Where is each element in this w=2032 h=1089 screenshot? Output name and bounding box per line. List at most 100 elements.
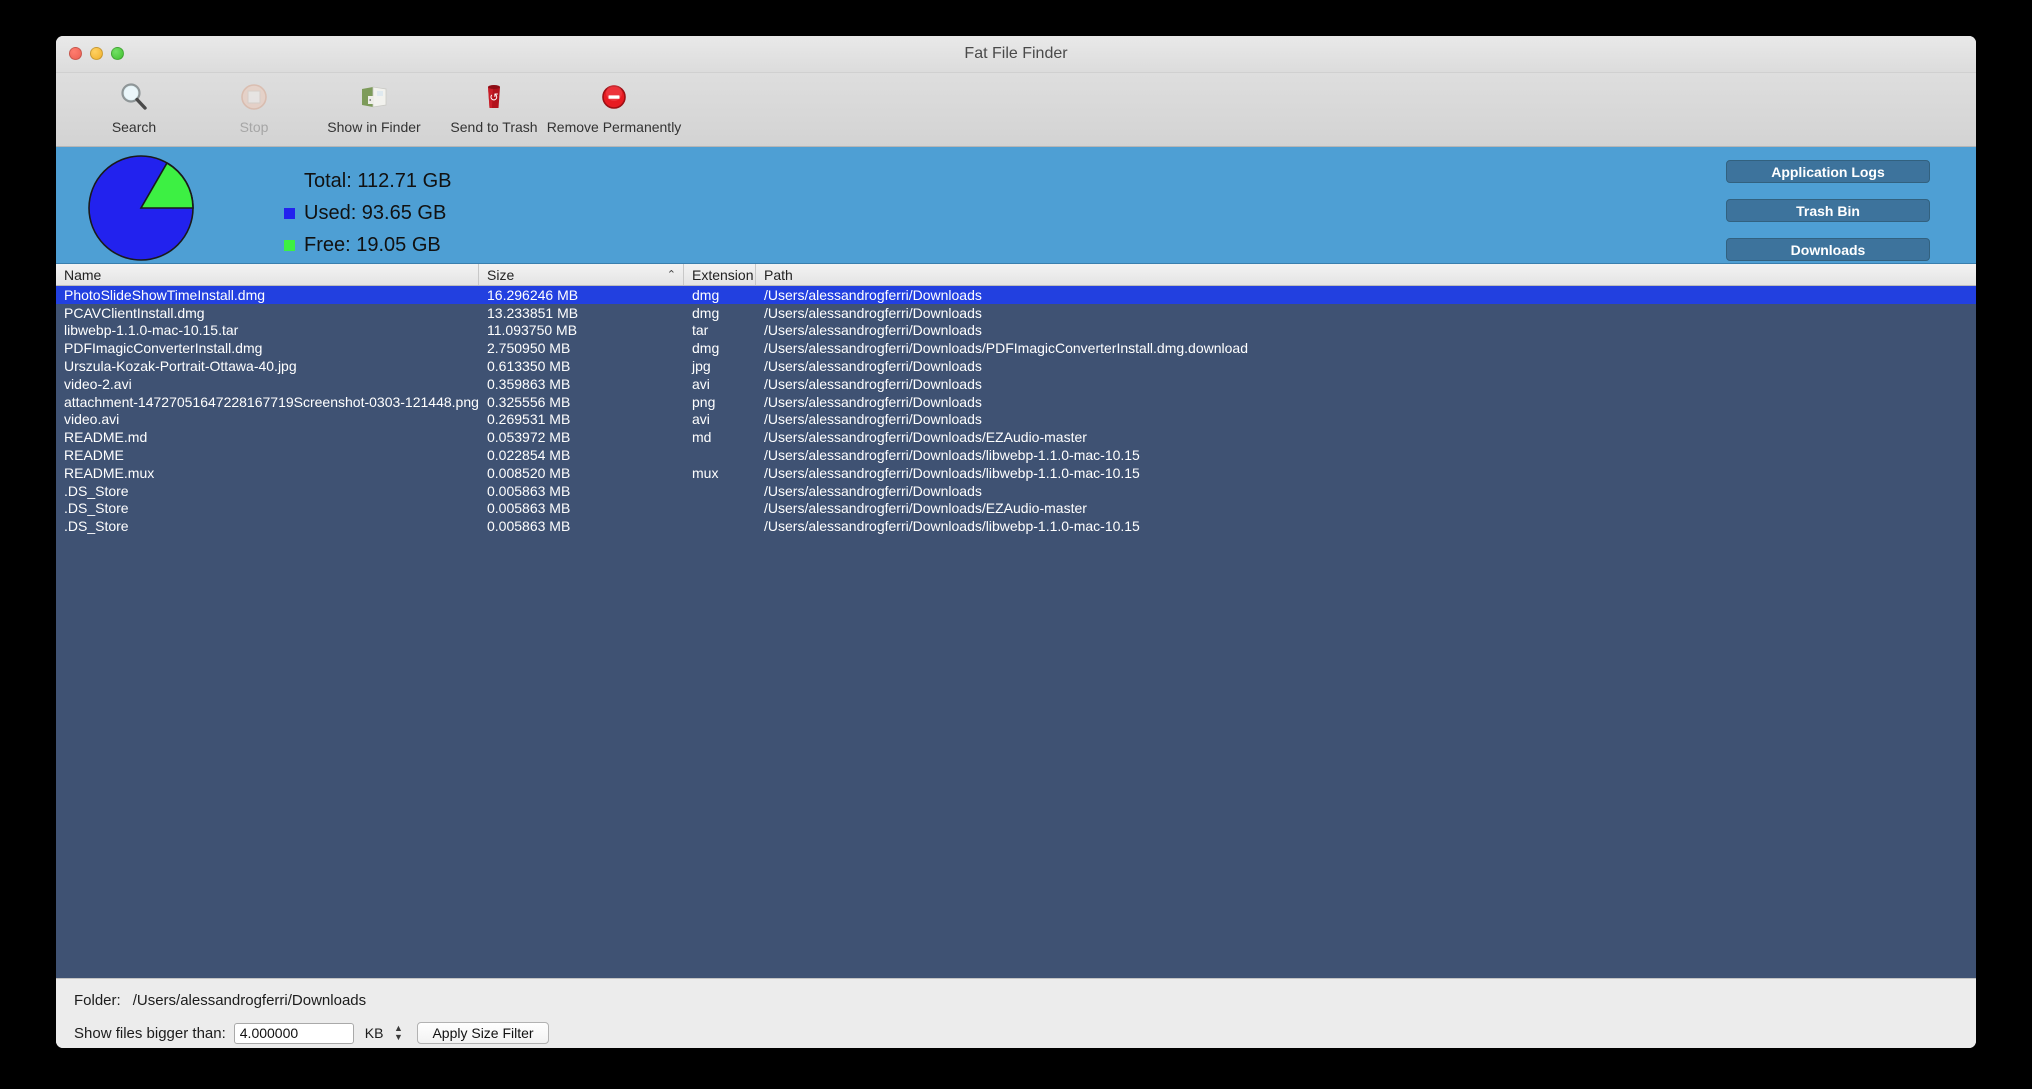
cell-name: attachment-14727051647228167719Screensho… (64, 393, 479, 410)
size-filter-input[interactable] (233, 1022, 354, 1044)
cell-name: libwebp-1.1.0-mac-10.15.tar (64, 322, 239, 339)
trash-bin-button[interactable]: Trash Bin (1726, 199, 1930, 222)
table-row[interactable]: PCAVClientInstall.dmg 13.233851 MB dmg/Use… (56, 304, 1976, 322)
cell-extension: dmg (692, 304, 720, 321)
column-header-extension[interactable]: Extension (684, 264, 756, 285)
column-header-label: Name (64, 266, 102, 283)
cell-path: /Users/alessandrogferri/Downloads (764, 358, 982, 375)
cell-path: /Users/alessandrogferri/Downloads (764, 411, 982, 428)
column-header-name[interactable]: Name (56, 264, 479, 285)
cell-size: 16.296246 MB (487, 286, 579, 303)
cell-path: /Users/alessandrogferri/Downloads/libweb… (764, 518, 1140, 535)
column-header-label: Extension (692, 266, 754, 283)
cell-extension: tar (692, 322, 709, 339)
cell-path: /Users/alessandrogferri/Downloads/EZAudi… (764, 500, 1087, 517)
toolbar-button-search[interactable]: Search (74, 77, 194, 135)
app-window: Fat File Finder Search Stop Show in Find… (56, 36, 1976, 1048)
cell-size: 0.359863 MB (487, 375, 571, 392)
used-color-swatch (284, 207, 295, 219)
table-body: PhotoSlideShowTimeInstall.dmg 16.296246 M… (56, 286, 1976, 978)
table-row[interactable]: libwebp-1.1.0-mac-10.15.tar 11.093750 MB t… (56, 322, 1976, 340)
folder-label: Folder: (74, 991, 121, 1009)
cell-extension: dmg (692, 286, 720, 303)
cell-path: /Users/alessandrogferri/Downloads/libweb… (764, 447, 1140, 464)
cell-path: /Users/alessandrogferri/Downloads/EZAudi… (764, 429, 1087, 446)
table-row[interactable]: .DS_Store 0.005863 MB/Users/alessandrogfe… (56, 482, 1976, 500)
cell-size: 0.005863 MB (487, 482, 571, 499)
toolbar: Search Stop Show in Finder ↺ Send to Tra… (56, 73, 1976, 147)
used-label: Used: 93.65 GB (304, 202, 447, 224)
size-filter-label: Show files bigger than: (74, 1024, 226, 1042)
cell-name: video-2.avi (64, 375, 132, 392)
window-title: Fat File Finder (964, 45, 1068, 62)
table-row[interactable]: README 0.022854 MB/Users/alessandrogferri… (56, 446, 1976, 464)
toolbar-button-send-to-trash[interactable]: ↺ Send to Trash (434, 77, 554, 135)
toolbar-button-remove-permanently[interactable]: Remove Permanently (547, 77, 681, 135)
cell-name: PDFImagicConverterInstall.dmg (64, 340, 263, 357)
table-row[interactable]: README.mux 0.008520 MB mux/Users/alessandr… (56, 464, 1976, 482)
toolbar-button-stop[interactable]: Stop (194, 77, 314, 135)
cell-path: /Users/alessandrogferri/Downloads (764, 286, 982, 303)
stop-icon (237, 77, 271, 117)
table-row[interactable]: .DS_Store 0.005863 MB/Users/alessandrogfe… (56, 500, 1976, 518)
table-row[interactable]: .DS_Store 0.005863 MB/Users/alessandrogfe… (56, 517, 1976, 535)
cell-extension: avi (692, 375, 710, 392)
title-bar: Fat File Finder (56, 36, 1976, 73)
table-row[interactable]: video.avi 0.269531 MB avi/Users/alessandro… (56, 411, 1976, 429)
table-row[interactable]: README.md 0.053972 MB md/Users/alessandrog… (56, 428, 1976, 446)
free-color-swatch (284, 239, 295, 251)
column-header-path[interactable]: Path (756, 264, 1976, 285)
table-row[interactable]: attachment-14727051647228167719Screensho… (56, 393, 1976, 411)
svg-text:↺: ↺ (489, 91, 498, 104)
finder-icon (357, 77, 391, 117)
cell-extension: dmg (692, 340, 720, 357)
cell-size: 0.005863 MB (487, 500, 571, 517)
toolbar-label: Search (111, 119, 157, 135)
apply-size-filter-button[interactable]: Apply Size Filter (417, 1022, 549, 1044)
cell-path: /Users/alessandrogferri/Downloads (764, 375, 982, 392)
used-stat: Used: 93.65 GB (284, 197, 452, 229)
toolbar-label: Show in Finder (327, 119, 421, 135)
cell-size: 0.053972 MB (487, 429, 571, 446)
table-row[interactable]: video-2.avi 0.359863 MB avi/Users/alessand… (56, 375, 1976, 393)
cell-extension: png (692, 393, 716, 410)
cell-name: README.md (64, 429, 148, 446)
cell-extension: mux (692, 464, 719, 481)
column-header-label: Size (487, 266, 515, 283)
toolbar-label: Send to Trash (450, 119, 538, 135)
cell-path: /Users/alessandrogferri/Downloads (764, 393, 982, 410)
cell-name: .DS_Store (64, 500, 129, 517)
cell-path: /Users/alessandrogferri/Downloads (764, 482, 982, 499)
size-unit-label: KB (364, 1025, 384, 1041)
table-row[interactable]: Urszula-Kozak-Portrait-Ottawa-40.jpg 0.61… (56, 357, 1976, 375)
table-row[interactable]: PDFImagicConverterInstall.dmg 2.750950 MB… (56, 339, 1976, 357)
table-row[interactable]: PhotoSlideShowTimeInstall.dmg 16.296246 M… (56, 286, 1976, 304)
cell-name: .DS_Store (64, 482, 129, 499)
column-header-size[interactable]: Size ⌃ (479, 264, 684, 285)
cell-name: Urszula-Kozak-Portrait-Ottawa-40.jpg (64, 358, 297, 375)
cell-extension: jpg (692, 358, 711, 375)
cell-path: /Users/alessandrogferri/Downloads/PDFIma… (764, 340, 1248, 357)
cell-size: 11.093750 MB (487, 322, 578, 339)
cell-size: 0.269531 MB (487, 411, 571, 428)
cell-name: .DS_Store (64, 518, 129, 535)
chevron-down-icon: ▼ (393, 1032, 403, 1042)
disk-usage-legend: Total: 112.71 GB Used: 93.65 GB Free: 19… (284, 165, 452, 261)
cell-path: /Users/alessandrogferri/Downloads (764, 304, 982, 321)
cell-extension: md (692, 429, 712, 446)
folder-row: Folder: /Users/alessandrogferri/Download… (74, 989, 1976, 1011)
toolbar-button-show-in-finder[interactable]: Show in Finder (314, 77, 434, 135)
cell-name: PCAVClientInstall.dmg (64, 304, 205, 321)
free-label: Free: 19.05 GB (304, 234, 441, 256)
total-stat: Total: 112.71 GB (284, 165, 452, 197)
application-logs-button[interactable]: Application Logs (1726, 160, 1930, 183)
size-filter-row: Show files bigger than: KB ▲ ▼ Apply Siz… (74, 1019, 1976, 1047)
cell-name: PhotoSlideShowTimeInstall.dmg (64, 286, 266, 303)
table-header-row: Name Size ⌃ Extension Path (56, 264, 1976, 286)
toolbar-label: Stop (239, 119, 269, 135)
unit-stepper[interactable]: ▲ ▼ (391, 1022, 405, 1044)
downloads-button[interactable]: Downloads (1726, 238, 1930, 261)
cell-path: /Users/alessandrogferri/Downloads/libweb… (764, 464, 1140, 481)
cell-name: video.avi (64, 411, 120, 428)
